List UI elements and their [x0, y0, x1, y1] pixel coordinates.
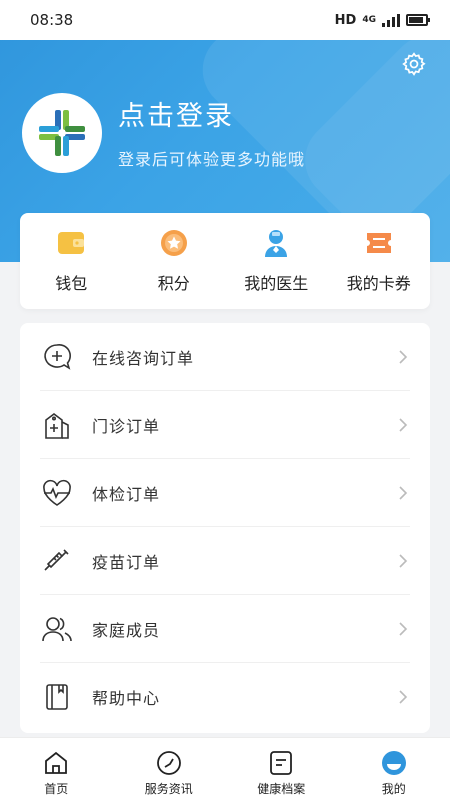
- quick-item-doctor[interactable]: 我的医生: [226, 228, 326, 294]
- menu-item-label: 疫苗订单: [92, 552, 161, 572]
- menu-item-online-consult-orders[interactable]: 在线咨询订单: [40, 323, 410, 391]
- tab-service-news[interactable]: 服务资讯: [119, 750, 219, 797]
- bottom-tab-bar: 首页 服务资讯 健康档案 我的: [0, 737, 450, 800]
- menu-item-label: 在线咨询订单: [92, 348, 195, 368]
- tab-mine[interactable]: 我的: [344, 750, 444, 797]
- chat-plus-icon: [44, 343, 71, 370]
- menu-item-label: 门诊订单: [92, 416, 161, 436]
- wallet-icon: [58, 232, 85, 254]
- quick-item-label: 我的医生: [244, 274, 309, 293]
- chevron-right-icon: [399, 690, 408, 704]
- tab-health-records[interactable]: 健康档案: [231, 750, 331, 797]
- clinic-icon: [45, 412, 69, 439]
- chevron-right-icon: [399, 485, 408, 500]
- quick-item-wallet[interactable]: 钱包: [21, 228, 121, 294]
- login-subtitle: 登录后可体验更多功能哦: [118, 150, 306, 169]
- chevron-right-icon: [399, 621, 408, 636]
- home-icon: [45, 751, 68, 774]
- gear-icon: [402, 52, 426, 76]
- avatar[interactable]: [22, 93, 102, 173]
- menu-item-label: 体检订单: [92, 484, 161, 504]
- status-time: 08:38: [30, 11, 74, 29]
- quick-item-label: 钱包: [55, 274, 88, 293]
- menu-item-help-center[interactable]: 帮助中心: [40, 663, 410, 731]
- menu-item-clinic-orders[interactable]: 门诊订单: [40, 391, 410, 459]
- heartbeat-icon: [43, 479, 71, 506]
- family-icon: [42, 616, 72, 641]
- tab-label: 首页: [44, 782, 69, 796]
- hd-indicator: HD: [334, 12, 357, 28]
- coupon-icon: [366, 233, 391, 253]
- tab-home[interactable]: 首页: [6, 750, 106, 797]
- profile-icon: [381, 751, 406, 775]
- battery-icon: [406, 14, 430, 26]
- chevron-right-icon: [399, 349, 408, 364]
- login-title[interactable]: 点击登录: [118, 94, 234, 133]
- tab-label: 服务资讯: [144, 782, 193, 796]
- menu-list: 在线咨询订单 门诊订单 体检订单 疫苗订单 家庭成员 帮助中心: [20, 323, 430, 733]
- record-icon: [270, 751, 293, 775]
- chevron-right-icon: [399, 417, 408, 432]
- hospital-logo-icon: [39, 110, 85, 156]
- tab-label: 我的: [381, 782, 406, 796]
- settings-button[interactable]: [400, 50, 428, 78]
- tab-label: 健康档案: [257, 782, 306, 796]
- menu-item-label: 家庭成员: [92, 620, 161, 640]
- network-indicator: 4G: [362, 14, 376, 25]
- compass-icon: [156, 751, 181, 775]
- signal-icon: [382, 13, 400, 27]
- menu-item-vaccine-orders[interactable]: 疫苗订单: [40, 527, 410, 595]
- status-icons: HD 4G: [334, 12, 430, 28]
- menu-item-checkup-orders[interactable]: 体检订单: [40, 459, 410, 527]
- quick-item-coupon[interactable]: 我的卡券: [329, 228, 429, 294]
- points-star-icon: [160, 230, 187, 256]
- menu-item-family-members[interactable]: 家庭成员: [40, 595, 410, 663]
- quick-item-label: 积分: [157, 274, 190, 293]
- doctor-icon: [265, 230, 288, 257]
- status-bar: 08:38 HD 4G: [0, 0, 450, 40]
- chevron-right-icon: [399, 553, 408, 568]
- quick-item-label: 我的卡券: [346, 274, 411, 293]
- syringe-icon: [44, 548, 69, 571]
- book-icon: [46, 684, 68, 710]
- quick-item-points[interactable]: 积分: [124, 228, 224, 294]
- quick-actions-card: 钱包 积分 我的医生 我的卡券: [20, 213, 430, 309]
- menu-item-label: 帮助中心: [92, 689, 161, 708]
